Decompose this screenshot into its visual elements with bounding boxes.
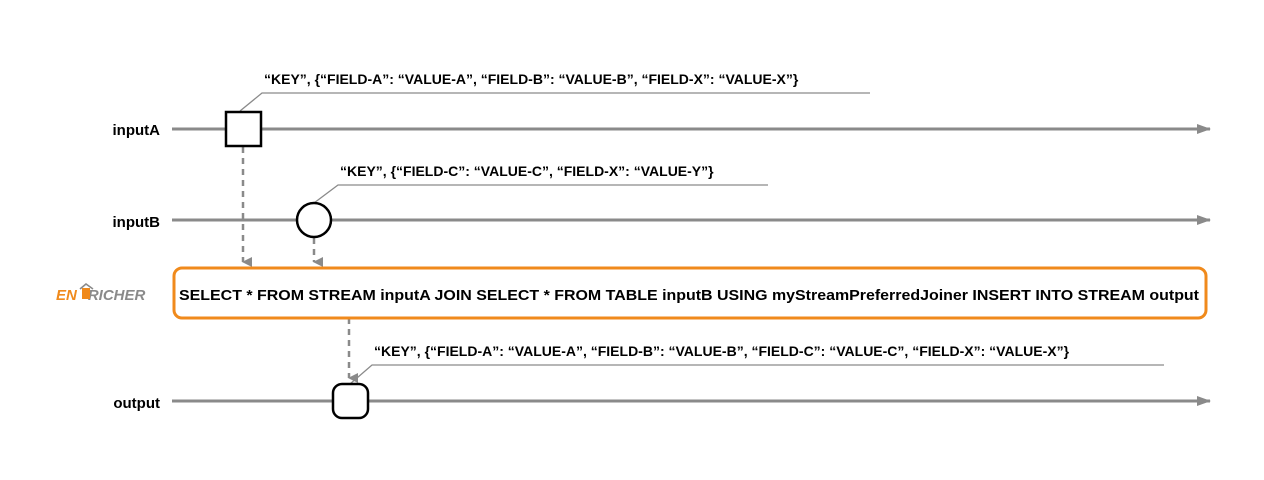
stream-label-inputA: inputA: [113, 122, 161, 139]
stream-label-output: output: [113, 395, 160, 412]
event-label-inputA: “KEY”, {“FIELD-A”: “VALUE-A”, “FIELD-B”:…: [264, 71, 799, 87]
event-label-output: “KEY”, {“FIELD-A”: “VALUE-A”, “FIELD-B”:…: [374, 343, 1070, 359]
event-label-inputB: “KEY”, {“FIELD-C”: “VALUE-C”, “FIELD-X”:…: [340, 163, 714, 179]
operator-query: SELECT * FROM STREAM inputA JOIN SELECT …: [179, 288, 1199, 304]
diagram-canvas: inputA inputB output “KEY”, {“FIELD-A”: …: [56, 71, 1211, 420]
enricher-logo-bag-icon: [82, 288, 90, 299]
callout-line-output: [349, 364, 1164, 385]
stream-label-inputB: inputB: [113, 214, 161, 231]
callout-line-inputB: [313, 184, 768, 204]
event-marble-square-inputA: [224, 110, 263, 148]
enricher-logo-text: EN RICHER: [56, 287, 146, 304]
enricher-logo: EN RICHER: [56, 282, 146, 304]
event-marble-circle-inputB: [295, 201, 333, 239]
event-marble-rounded-output: [331, 382, 370, 420]
callout-line-inputA: [239, 92, 870, 112]
marble-diagram: inputA inputB output “KEY”, {“FIELD-A”: …: [0, 0, 1264, 480]
